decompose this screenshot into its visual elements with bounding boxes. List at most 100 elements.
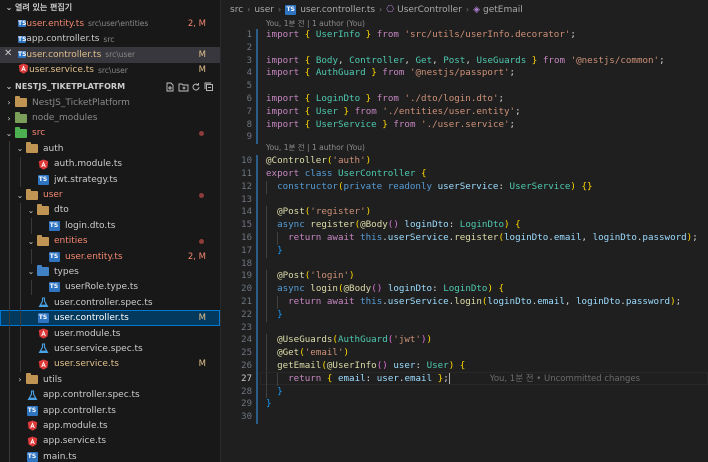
- tree-folder[interactable]: › utils: [0, 372, 220, 388]
- breadcrumb-method[interactable]: getEmail: [483, 5, 523, 15]
- git-added-gutter: [256, 232, 258, 245]
- open-editor-name: user.controller.ts: [26, 49, 102, 60]
- tree-item-label: app.service.ts: [43, 436, 107, 447]
- git-added-gutter: [256, 93, 258, 106]
- git-added-gutter: [256, 105, 258, 119]
- text-cursor: [448, 372, 450, 384]
- indent-guide: [9, 295, 10, 311]
- folder-open-icon: [36, 203, 50, 216]
- tree-file[interactable]: TS user.entity.ts 2, M: [0, 248, 220, 265]
- tree-file[interactable]: TS login.dto.ts: [0, 218, 220, 234]
- open-editor-item[interactable]: user.service.ts src\user M: [0, 63, 220, 79]
- explorer-sidebar: ⌄ 열려 있는 편집기 TS user.entity.ts src\user\ent…: [0, 0, 221, 462]
- tree-file[interactable]: TS userRole.type.ts: [0, 279, 220, 296]
- line-number: 17: [241, 245, 252, 256]
- new-file-icon[interactable]: [165, 82, 175, 92]
- tree-file[interactable]: user.module.ts: [0, 325, 220, 342]
- git-added-gutter: [256, 131, 258, 145]
- open-editor-item[interactable]: TS app.controller.ts src: [0, 32, 220, 48]
- tree-item-label: user.module.ts: [54, 328, 121, 339]
- git-added-gutter: [256, 360, 258, 373]
- git-added-gutter: [256, 219, 258, 232]
- chevron-right-icon[interactable]: ›: [4, 98, 14, 107]
- ts-icon: TS: [37, 174, 49, 185]
- breadcrumb-class[interactable]: UserController: [397, 5, 462, 15]
- chevron-down-icon[interactable]: ⌄: [15, 144, 25, 153]
- tree-file[interactable]: TS main.ts: [0, 448, 220, 462]
- tree-file[interactable]: TS app.controller.ts: [0, 402, 220, 419]
- tree-item-label: src: [32, 128, 46, 139]
- tree-folder[interactable]: › node_modules: [0, 110, 220, 125]
- tree-item-label: user.service.spec.ts: [54, 343, 143, 354]
- tree-file[interactable]: auth.module.ts: [0, 156, 220, 172]
- code-area[interactable]: You, 1분 전 | 1 author (You) 1 import { User…: [222, 19, 708, 462]
- tree-file[interactable]: app.service.ts: [0, 433, 220, 449]
- chevron-down-icon[interactable]: ⌄: [26, 267, 36, 276]
- refresh-icon[interactable]: [191, 82, 201, 92]
- git-added-gutter: [256, 308, 258, 322]
- breadcrumb-file[interactable]: user.controller.ts: [300, 5, 375, 15]
- tree-file[interactable]: app.module.ts: [0, 418, 220, 434]
- tree-folder[interactable]: ⌄ user: [0, 187, 220, 203]
- chevron-down-icon[interactable]: ⌄: [26, 237, 36, 246]
- new-folder-icon[interactable]: [178, 82, 189, 92]
- open-editor-path: src\user: [105, 50, 136, 60]
- line-number: 28: [241, 386, 252, 397]
- git-added-gutter: [256, 41, 258, 55]
- git-added-gutter: [256, 296, 258, 309]
- tree-file[interactable]: user.service.ts M: [0, 356, 220, 373]
- line-number: 3: [246, 55, 252, 66]
- collapse-all-icon[interactable]: [204, 82, 214, 92]
- git-added-gutter: [256, 257, 258, 271]
- indent-guide: [277, 232, 279, 245]
- indent-guide: [9, 341, 10, 357]
- angular-icon: [18, 63, 29, 77]
- code-line: @Post('login'): [277, 270, 355, 282]
- tree-folder[interactable]: ⌄ entities: [0, 233, 220, 249]
- explorer-folder-header[interactable]: ⌄ NESTJS_TIKETPLATFORM: [0, 79, 220, 95]
- git-status-badge: M: [198, 313, 206, 324]
- tree-file[interactable]: user.service.spec.ts: [0, 341, 220, 357]
- tree-item-label: auth: [43, 143, 64, 154]
- folder-icon: [14, 96, 28, 109]
- open-editor-name: app.controller.ts: [26, 34, 100, 45]
- chevron-right-icon[interactable]: ›: [15, 375, 25, 384]
- tree-folder[interactable]: ⌄ auth: [0, 141, 220, 157]
- breadcrumb-separator: ›: [465, 5, 470, 14]
- git-blame-lens[interactable]: You, 1분 전 | 1 author (You): [266, 142, 365, 153]
- tree-file[interactable]: TS user.controller.ts M: [0, 310, 220, 326]
- open-editor-item[interactable]: ✕ TS user.controller.ts src\user M: [0, 47, 220, 63]
- indent-guide: [20, 156, 21, 172]
- breadcrumb-user[interactable]: user: [254, 5, 274, 15]
- tree-folder[interactable]: ⌄ dto: [0, 202, 220, 219]
- chevron-down-icon[interactable]: ⌄: [26, 206, 36, 215]
- indent-guide: [277, 296, 279, 309]
- ts-icon: TS: [48, 251, 60, 262]
- ts-file-icon: TS: [285, 4, 297, 15]
- code-line: @UseGuards(AuthGuard('jwt')): [277, 334, 433, 346]
- code-line: getEmail(@UserInfo() user: User) {: [277, 360, 466, 371]
- tree-item-label: user.controller.ts: [54, 313, 129, 324]
- indent-guide: [9, 372, 10, 388]
- open-editor-item[interactable]: TS user.entity.ts src\user\entities 2, M: [0, 16, 220, 32]
- tree-folder[interactable]: › NestJS_TicketPlatform: [0, 95, 220, 110]
- chevron-right-icon[interactable]: ›: [4, 114, 14, 123]
- chevron-down-icon[interactable]: ⌄: [4, 129, 14, 138]
- tree-folder[interactable]: ⌄ src: [0, 126, 220, 141]
- open-editors-header[interactable]: ⌄ 열려 있는 편집기: [0, 0, 220, 16]
- ts-icon: TS: [26, 405, 38, 416]
- indent-guide: [9, 264, 10, 280]
- tree-file[interactable]: user.controller.spec.ts: [0, 295, 220, 311]
- close-icon[interactable]: ✕: [4, 48, 12, 59]
- chevron-down-icon[interactable]: ⌄: [15, 191, 25, 200]
- tree-folder[interactable]: ⌄ types: [0, 264, 220, 280]
- line-number: 30: [241, 412, 252, 423]
- ts-icon: TS: [37, 313, 49, 324]
- breadcrumb-src[interactable]: src: [230, 5, 243, 15]
- tree-file[interactable]: TS jwt.strategy.ts: [0, 171, 220, 188]
- tree-file[interactable]: app.controller.spec.ts: [0, 387, 220, 403]
- git-added-gutter: [256, 54, 258, 68]
- git-status-badge: M: [198, 359, 206, 370]
- git-blame-lens[interactable]: You, 1분 전 | 1 author (You): [266, 18, 365, 29]
- indent-guide: [31, 248, 32, 265]
